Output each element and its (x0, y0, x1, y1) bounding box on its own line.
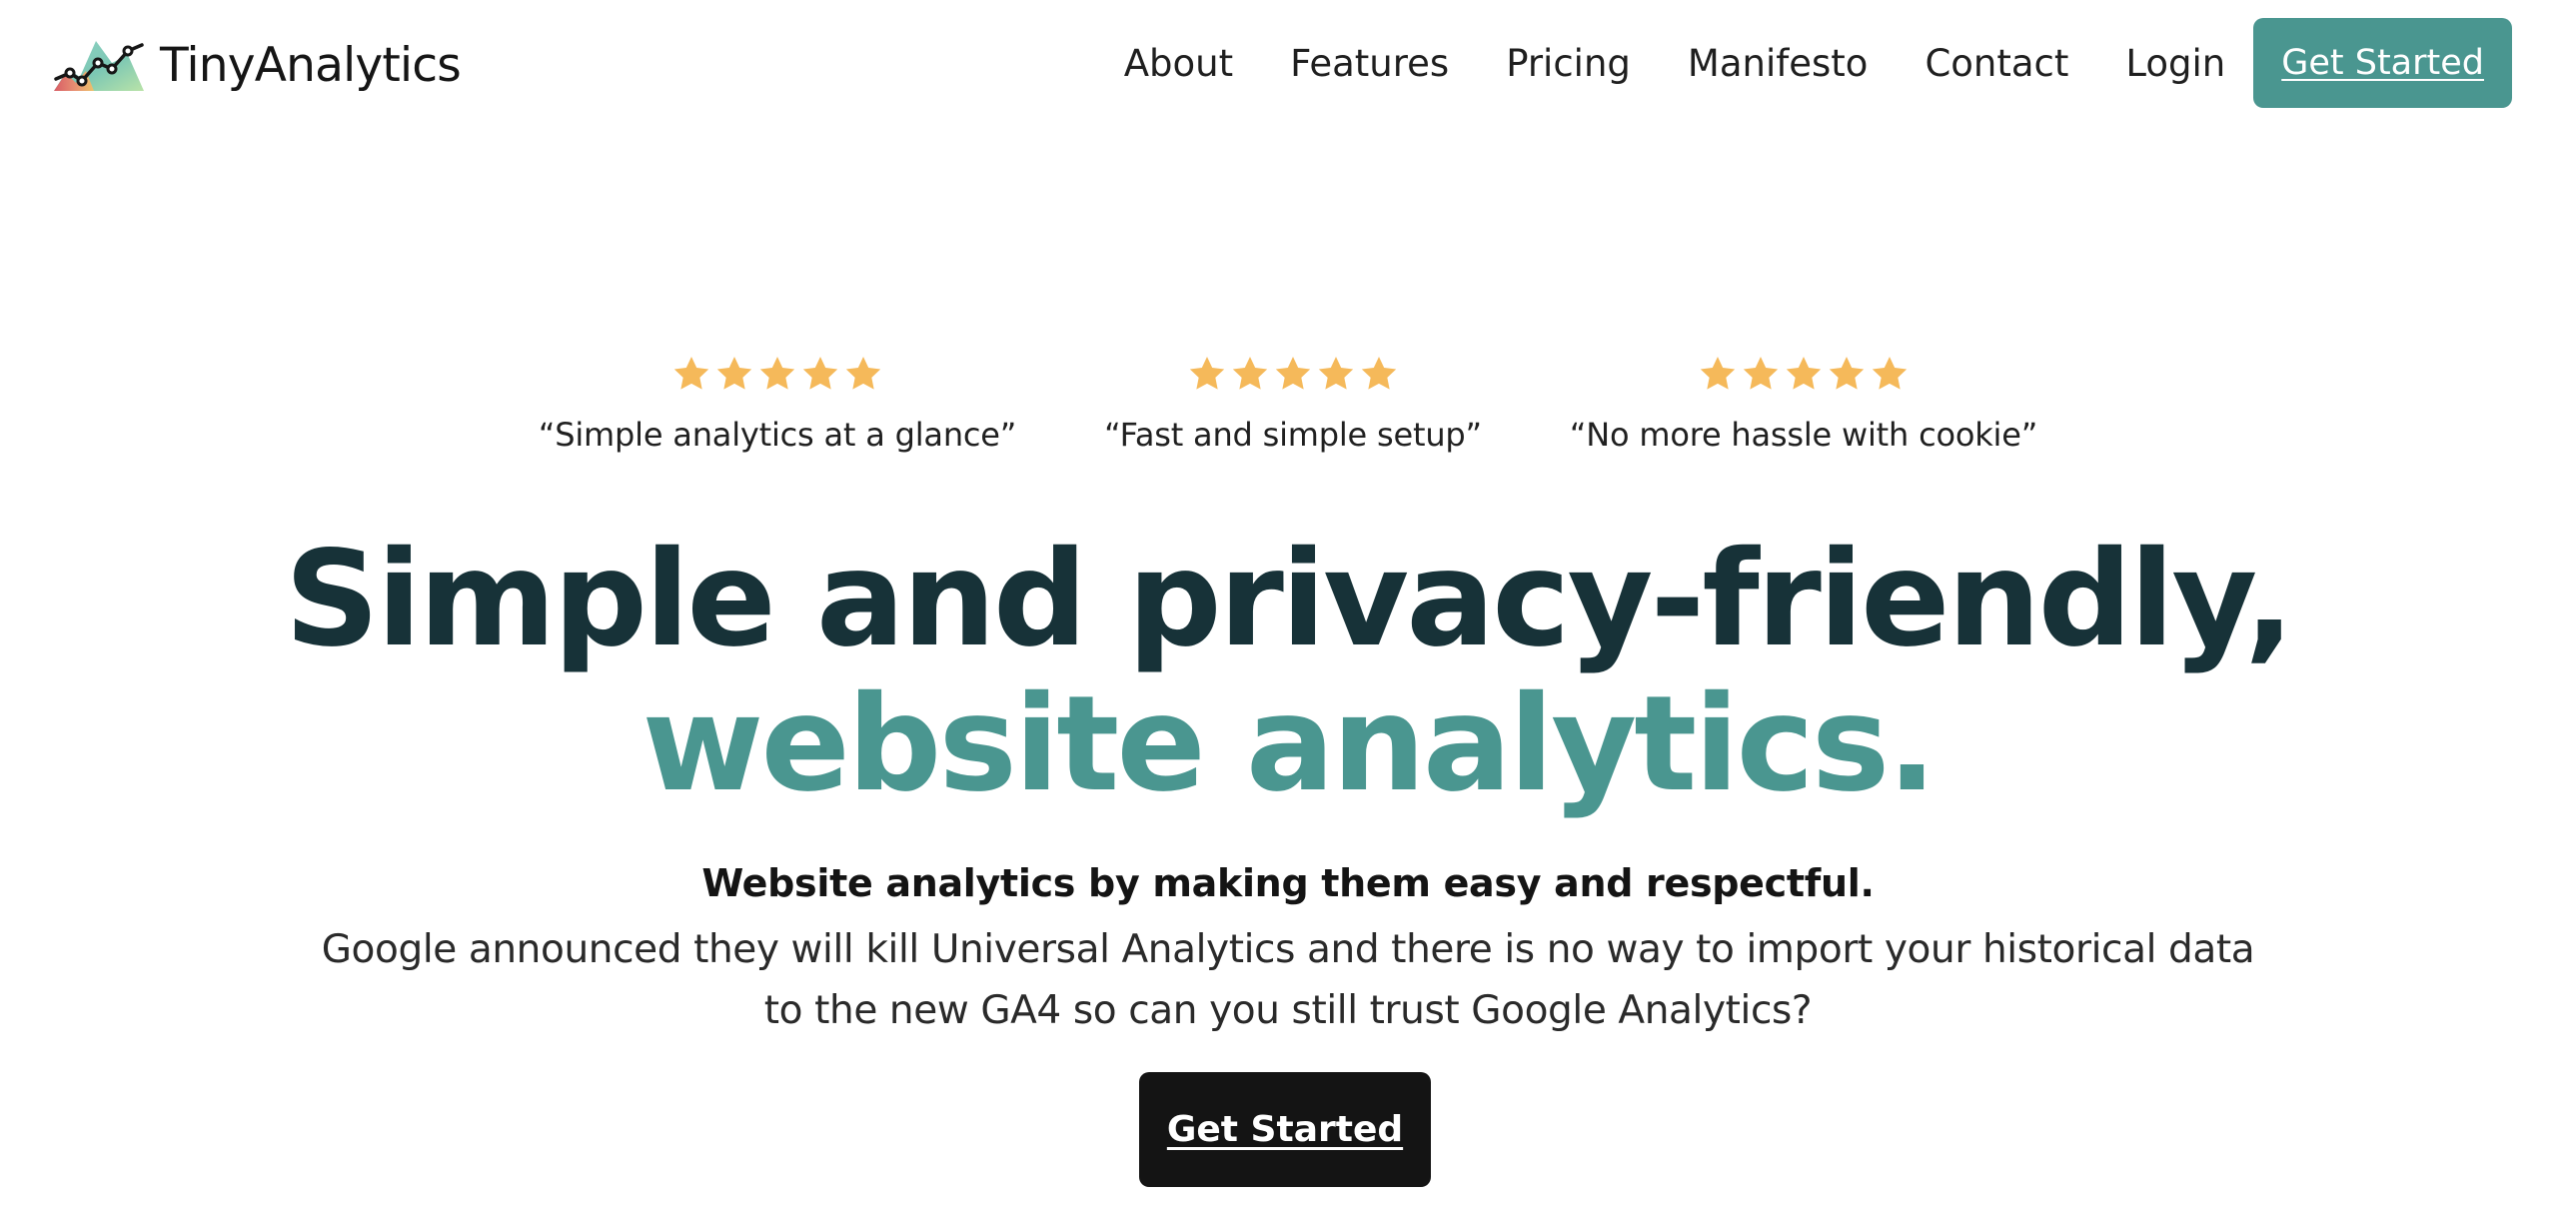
main-nav: About Features Pricing Manifesto Contact… (1124, 18, 2512, 108)
star-icon (1232, 357, 1268, 390)
brand-home-link[interactable]: TinyAnalytics (50, 30, 462, 100)
star-icon (1700, 357, 1736, 390)
review-quote: “No more hassle with cookie” (1569, 416, 2038, 454)
hero-subtitle-text: Google announced they will kill Universa… (321, 927, 2255, 1033)
nav-link-about[interactable]: About (1124, 42, 1233, 85)
nav-link-contact[interactable]: Contact (1925, 42, 2068, 85)
star-icon (759, 357, 795, 390)
star-icon (1743, 357, 1779, 390)
analytics-line-chart-icon (54, 41, 144, 91)
star-rating (1697, 352, 1912, 396)
star-icon (1361, 357, 1397, 390)
star-icon (1786, 357, 1822, 390)
star-rating (1186, 352, 1401, 396)
star-rating (670, 352, 885, 396)
star-icon (1872, 357, 1908, 390)
star-icon (673, 357, 709, 390)
star-icon (1829, 357, 1865, 390)
landing-page: TinyAnalytics About Features Pricing Man… (0, 0, 2576, 1211)
star-icon (1318, 357, 1354, 390)
nav-link-pricing[interactable]: Pricing (1506, 42, 1631, 85)
star-icon (1189, 357, 1225, 390)
hero-title-accent: website analytics. (642, 667, 1936, 821)
review-item: “Simple analytics at a glance” (539, 352, 1016, 454)
site-header: TinyAnalytics About Features Pricing Man… (0, 0, 2576, 128)
brand-name: TinyAnalytics (160, 37, 462, 93)
hero-title: Simple and privacy-friendly, (284, 523, 2295, 676)
star-icon (845, 357, 881, 390)
review-item: “Fast and simple setup” (1104, 352, 1482, 454)
nav-link-features[interactable]: Features (1290, 42, 1449, 85)
star-icon (1275, 357, 1311, 390)
nav-link-login[interactable]: Login (2125, 42, 2225, 85)
reviews-row: “Simple analytics at a glance” “Fast and… (0, 352, 2576, 454)
star-icon (802, 357, 838, 390)
nav-link-manifesto[interactable]: Manifesto (1688, 42, 1869, 85)
hero-get-started-button[interactable]: Get Started (1139, 1072, 1431, 1187)
header-get-started-button[interactable]: Get Started (2253, 18, 2512, 108)
hero-subtitle-bold: Website analytics by making them easy an… (701, 861, 1875, 905)
review-item: “No more hassle with cookie” (1570, 352, 2037, 454)
star-icon (716, 357, 752, 390)
review-quote: “Simple analytics at a glance” (538, 416, 1017, 454)
review-quote: “Fast and simple setup” (1104, 416, 1482, 454)
